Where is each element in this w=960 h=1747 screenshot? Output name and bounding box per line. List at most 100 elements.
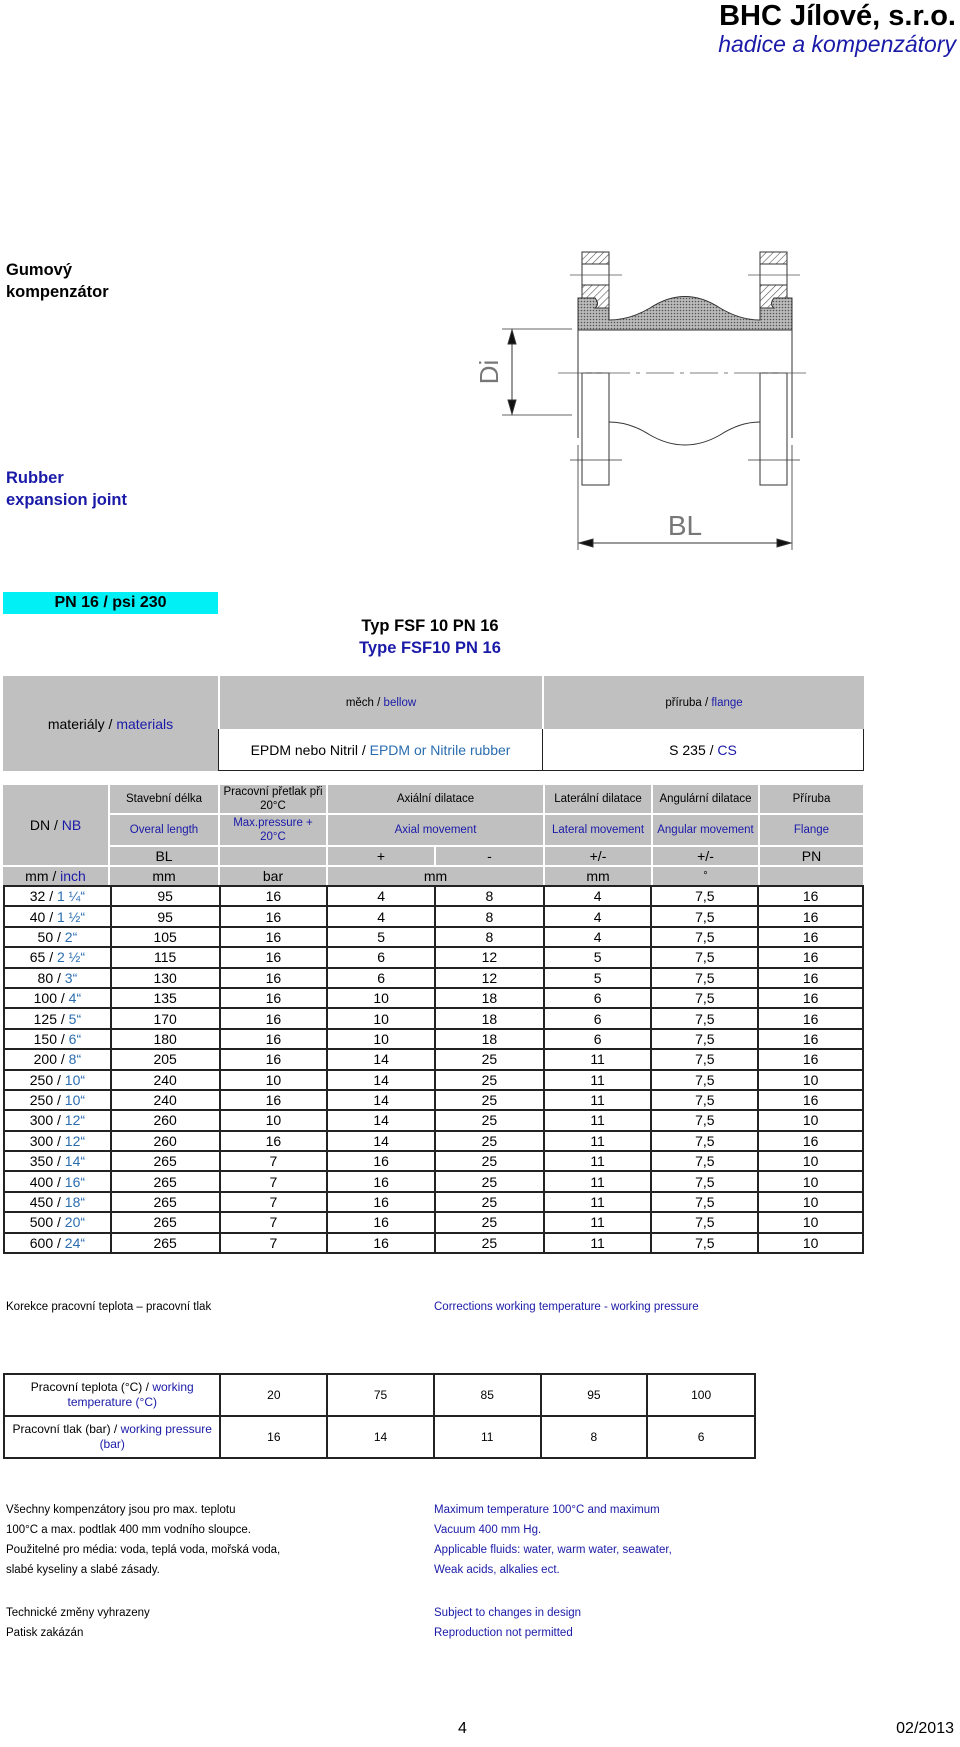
cell-flange-pn: 10	[757, 1109, 864, 1132]
header-lateral-en: Lateral movement	[545, 815, 651, 845]
pipe-body	[570, 330, 800, 486]
note-cz: slabé kyseliny a slabé zásady.	[6, 1564, 160, 1576]
flange-value: S 235 / CS	[543, 729, 864, 771]
cell-axial-minus: 18	[433, 1027, 545, 1051]
header-length-cz: Stavební délka	[110, 785, 218, 813]
cell-axial-plus: 10	[326, 1027, 436, 1051]
cell-dn-inch: 1 ½“	[57, 908, 86, 925]
title-cz-line2: kompenzátor	[6, 283, 109, 301]
company-name: BHC Jílové, s.r.o.	[719, 0, 956, 32]
cell-length: 265	[109, 1231, 221, 1255]
cell-dn-mm: 250 /	[29, 1071, 65, 1088]
header-length-en: Overal length	[110, 815, 218, 845]
page-number: 4	[458, 1720, 467, 1737]
cell-dn-mm: 200 /	[33, 1051, 69, 1068]
type-title: Typ FSF 10 PN 16 Type FSF10 PN 16	[300, 615, 560, 659]
flange-cz: příruba /	[665, 696, 709, 709]
cell-length: 205	[109, 1048, 221, 1071]
pressure-row: Pracovní tlak (bar) / working pressure (…	[2, 1415, 756, 1459]
cell-pressure: 16	[218, 1027, 329, 1051]
flange-header: příruba / flange	[544, 676, 864, 729]
cell-lateral: 5	[542, 966, 653, 989]
note-en: Weak acids, alkalies ect.	[434, 1564, 560, 1576]
cell-dn-mm: 450 /	[29, 1194, 65, 1211]
di-dimension: Di	[474, 328, 572, 416]
note-en: Maximum temperature 100°C and maximum	[434, 1504, 660, 1516]
pressure-value: 6	[646, 1415, 756, 1459]
cell-angular: 7,5	[650, 1129, 760, 1153]
cell-dn-inch: 14“	[64, 1153, 86, 1170]
unit-dn-en: inch	[60, 868, 86, 884]
cell-lateral: 6	[542, 1007, 653, 1030]
table-row: 80 / 3“ 130 16 6 12 5 7,5 16	[3, 966, 864, 989]
company-header: BHC Jílové, s.r.o. hadice a kompenzátory	[718, 0, 956, 56]
note-cz: 100°C a max. podtlak 400 mm vodního slou…	[6, 1524, 251, 1536]
cell-axial-minus: 18	[433, 986, 545, 1010]
title-en-line2: expansion joint	[6, 491, 128, 509]
cell-lateral: 4	[542, 905, 653, 928]
cell-dn-inch: 18“	[64, 1194, 86, 1211]
cell-pressure: 7	[218, 1190, 329, 1214]
bellow-value-cz: EPDM nebo Nitril /	[250, 741, 366, 758]
cell-lateral: 11	[542, 1088, 653, 1112]
legal-cz-line: Patisk zakázán	[6, 1627, 84, 1639]
unit-axial: mm	[328, 867, 543, 885]
temp-value: 75	[326, 1373, 435, 1417]
cell-flange-pn: 10	[757, 1190, 864, 1214]
cell-pressure: 16	[218, 925, 329, 949]
pressure-label: Pracovní tlak (bar) / working pressure (…	[2, 1415, 222, 1459]
cell-axial-minus: 25	[433, 1150, 545, 1173]
cell-dn-mm: 100 /	[33, 990, 69, 1007]
cell-axial-minus: 18	[433, 1007, 545, 1030]
header-pressure-sym	[220, 847, 326, 865]
cell-dn-mm: 65 /	[29, 949, 57, 966]
table-row: 150 / 6“ 180 16 10 18 6 7,5 16	[3, 1027, 864, 1051]
header-flange-cz: Příruba	[760, 785, 863, 813]
temp-label-cz: Pracovní teplota (°C) /	[30, 1380, 153, 1394]
cell-length: 240	[109, 1068, 221, 1091]
cell-dn: 125 / 5“	[3, 1007, 112, 1030]
materials-label: materiály / materials	[3, 676, 218, 771]
cell-dn: 32 / 1 ¼“	[3, 884, 112, 908]
cell-dn: 200 / 8“	[3, 1048, 112, 1071]
cell-dn-inch: 16“	[64, 1173, 86, 1190]
cell-axial-plus: 4	[326, 884, 436, 908]
cell-lateral: 11	[542, 1129, 653, 1153]
temp-value: 100	[646, 1373, 756, 1417]
table-row: 300 / 12“ 260 10 14 25 11 7,5 10	[3, 1109, 864, 1132]
cell-axial-minus: 25	[433, 1211, 545, 1234]
cell-axial-minus: 25	[433, 1048, 545, 1071]
bellow-en: bellow	[383, 696, 417, 709]
cell-angular: 7,5	[650, 1170, 760, 1193]
type-cz: Typ FSF 10 PN 16	[361, 617, 499, 635]
cell-axial-plus: 4	[326, 905, 436, 928]
cell-dn-inch: 12“	[64, 1132, 86, 1149]
cell-axial-minus: 12	[433, 966, 545, 989]
legal-cz-line: Technické změny vyhrazeny	[6, 1607, 150, 1619]
table-row: 250 / 10“ 240 10 14 25 11 7,5 10	[3, 1068, 864, 1091]
cell-lateral: 6	[542, 1027, 653, 1051]
cell-angular: 7,5	[650, 1109, 760, 1132]
cell-dn: 350 / 14“	[3, 1150, 112, 1173]
table-row: 500 / 20“ 265 7 16 25 11 7,5 10	[3, 1211, 864, 1234]
notes-en: Maximum temperature 100°C and maximum Va…	[434, 1500, 672, 1580]
cell-dn-mm: 600 /	[29, 1234, 65, 1251]
cell-dn-inch: 5“	[68, 1010, 82, 1027]
cell-length: 265	[109, 1211, 221, 1234]
cell-dn: 250 / 10“	[3, 1068, 112, 1091]
pressure-label-cz: Pracovní tlak (bar) /	[12, 1422, 121, 1436]
cell-axial-plus: 16	[326, 1170, 436, 1193]
cell-angular: 7,5	[650, 1068, 760, 1091]
spec-data-table: 32 / 1 ¼“ 95 16 4 8 4 7,5 16 40 / 1 ½“ 95 16 4 8 4 7,5…	[3, 884, 864, 1255]
cell-pressure: 10	[218, 1109, 329, 1132]
cell-lateral: 6	[542, 986, 653, 1010]
cell-lateral: 11	[542, 1068, 653, 1091]
cell-dn-inch: 2 ½“	[57, 949, 86, 966]
temperature-row: Pracovní teplota (°C) / working temperat…	[2, 1373, 756, 1417]
cell-axial-minus: 12	[433, 946, 545, 969]
cell-dn-inch: 12“	[64, 1112, 86, 1129]
cell-axial-minus: 25	[433, 1068, 545, 1091]
header-dn: DN / NB	[3, 785, 108, 865]
unit-dn-cz: mm /	[25, 868, 57, 884]
cell-angular: 7,5	[650, 1231, 760, 1255]
